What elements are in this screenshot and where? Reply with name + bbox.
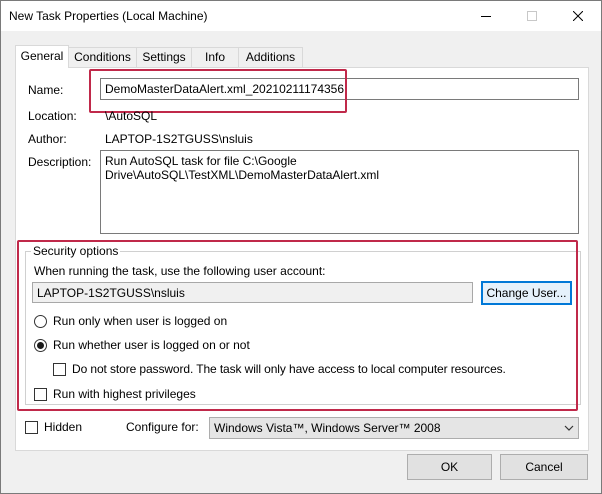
author-label: Author: [28, 132, 67, 146]
security-highlight-annotation [17, 240, 578, 411]
close-icon [573, 11, 583, 21]
maximize-icon [527, 11, 537, 21]
window-title: New Task Properties (Local Machine) [9, 9, 208, 23]
configure-for-select[interactable]: Windows Vista™, Windows Server™ 2008 [209, 417, 579, 439]
title-bar[interactable]: New Task Properties (Local Machine) [1, 1, 601, 31]
tab-conditions[interactable]: Conditions [68, 47, 137, 67]
tab-info[interactable]: Info [191, 47, 239, 67]
tab-settings[interactable]: Settings [136, 47, 192, 67]
hidden-checkbox[interactable] [25, 421, 38, 434]
task-properties-window: New Task Properties (Local Machine) Gene… [0, 0, 602, 494]
author-value: LAPTOP-1S2TGUSS\nsluis [105, 132, 253, 146]
location-value: \AutoSQL [105, 109, 158, 123]
location-label: Location: [28, 109, 77, 123]
maximize-button [509, 1, 555, 31]
ok-button[interactable]: OK [407, 454, 492, 480]
hidden-label[interactable]: Hidden [44, 420, 82, 434]
configure-for-value: Windows Vista™, Windows Server™ 2008 [214, 421, 441, 435]
tab-general[interactable]: General [15, 45, 69, 68]
chevron-down-icon [564, 425, 574, 431]
close-button[interactable] [555, 1, 601, 31]
name-label: Name: [28, 83, 64, 97]
tab-additions[interactable]: Additions [238, 47, 303, 67]
cancel-button[interactable]: Cancel [500, 454, 588, 480]
minimize-icon [481, 16, 491, 17]
name-highlight-annotation [89, 69, 347, 113]
description-textarea[interactable]: Run AutoSQL task for file C:\Google Driv… [100, 150, 579, 234]
minimize-button[interactable] [463, 1, 509, 31]
configure-for-label: Configure for: [126, 420, 199, 434]
description-label: Description: [28, 155, 92, 169]
